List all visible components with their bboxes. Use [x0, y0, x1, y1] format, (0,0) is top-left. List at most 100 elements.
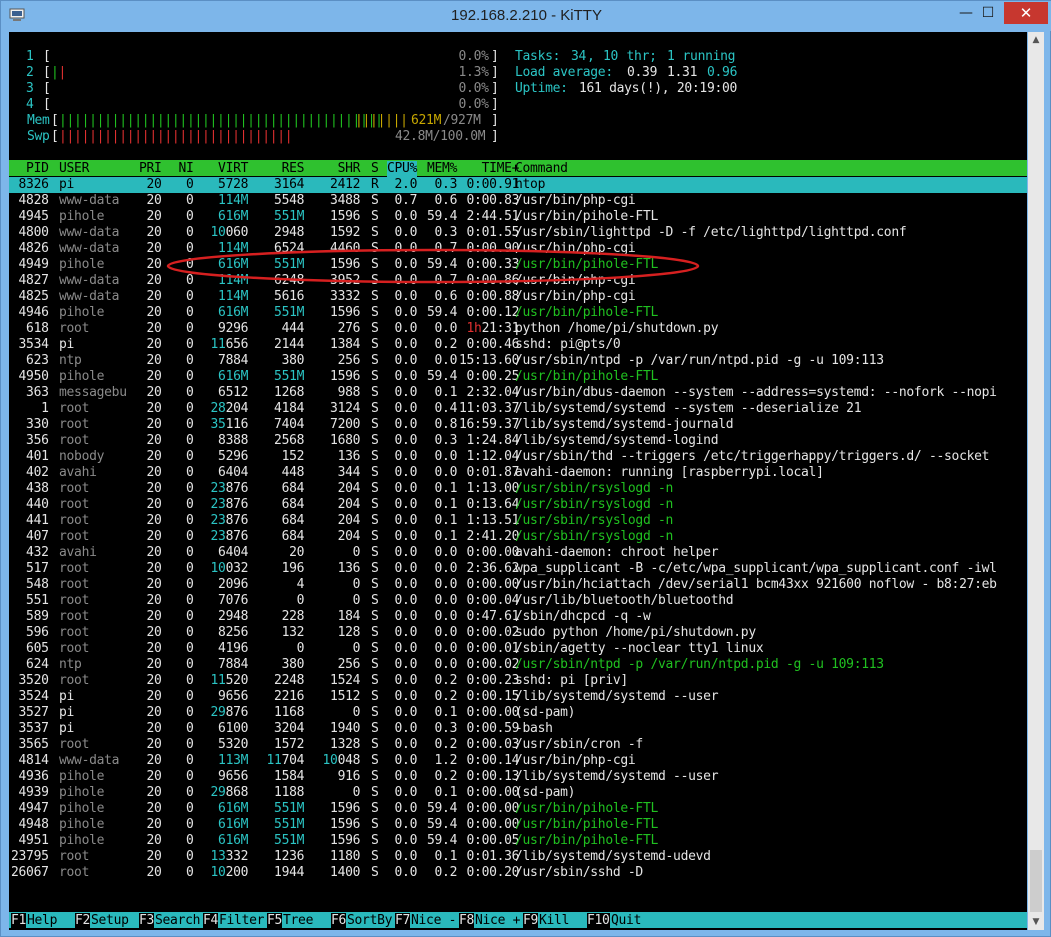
table-row[interactable]: 3565 root 20 0 5320 1572 1328 S 0.0 0.2 0:… [9, 737, 1027, 753]
terminal-area[interactable]: 1[ 0.0%] 2[|| 1.3%] 3[ 0.0%] 4[ 0.0%] Mem… [9, 32, 1027, 930]
cell-user: pihole [59, 369, 127, 384]
column-header-pri[interactable]: PRI [139, 161, 162, 177]
column-header-ni[interactable]: NI [171, 161, 194, 177]
fkey-f9[interactable]: F9 [523, 913, 538, 929]
cell-virt: 114M [203, 193, 249, 208]
scroll-up-arrow-icon[interactable]: ▲ [1028, 32, 1044, 48]
column-header-res[interactable]: RES [259, 161, 305, 177]
table-row[interactable]: 4946 pihole 20 0 616M 551M 1596 S 0.0 59.4 … [9, 305, 1027, 321]
cell-pid: 589 [11, 609, 49, 624]
fkey-f4[interactable]: F4 [203, 913, 218, 929]
table-row[interactable]: 363 messagebu 20 0 6512 1268 988 S 0.0 0.1… [9, 385, 1027, 401]
fkey-f7[interactable]: F7 [395, 913, 410, 929]
column-header-shr[interactable]: SHR [315, 161, 361, 177]
table-row[interactable]: 623 ntp 20 0 7884 380 256 S 0.0 0.0 15:13.6… [9, 353, 1027, 369]
fkey-f5[interactable]: F5 [267, 913, 282, 929]
cell-ni: 0 [171, 849, 194, 864]
table-row[interactable]: 3524 pi 20 0 9656 2216 1512 S 0.0 0.2 0:00… [9, 689, 1027, 705]
table-row[interactable]: 4800 www-data 20 0 10060 2948 1592 S 0.0 0… [9, 225, 1027, 241]
table-row[interactable]: 23795 root 20 0 13332 1236 1180 S 0.0 0.1 … [9, 849, 1027, 865]
maximize-button[interactable]: ☐ [975, 2, 1001, 24]
table-row[interactable]: 402 avahi 20 0 6404 448 344 S 0.0 0.0 0:01… [9, 465, 1027, 481]
table-row[interactable]: 26067 root 20 0 10200 1944 1400 S 0.0 0.2 … [9, 865, 1027, 881]
table-row[interactable]: 8326 pi 20 0 5728 3164 2412 R 2.0 0.3 0:00… [9, 177, 1027, 193]
table-row[interactable]: 551 root 20 0 7076 0 0S 0.0 0.0 0:00.04/u… [9, 593, 1027, 609]
table-row[interactable]: 3527 pi 20 0 29876 1168 0S 0.0 0.1 0:00.0… [9, 705, 1027, 721]
cell-pid: 624 [11, 657, 49, 672]
cell-res: 228 [259, 609, 305, 624]
table-row[interactable]: 596 root 20 0 8256 132 128 S 0.0 0.0 0:00.… [9, 625, 1027, 641]
title-bar[interactable]: 192.168.2.210 - KiTTY — ☐ ✕ [1, 1, 1051, 31]
cell-ni: 0 [171, 481, 194, 496]
fkey-label[interactable]: SortBy [347, 913, 392, 929]
cell-res: 2248 [259, 673, 305, 688]
table-row[interactable]: 356 root 20 0 8388 2568 1680 S 0.0 0.3 1:2… [9, 433, 1027, 449]
fkey-f1[interactable]: F1 [11, 913, 26, 929]
fkey-f10[interactable]: F10 [587, 913, 610, 929]
table-row[interactable]: 605 root 20 0 4196 0 0S 0.0 0.0 0:00.01/s… [9, 641, 1027, 657]
fkey-label[interactable]: Help [27, 913, 72, 929]
column-header-command[interactable]: Command [515, 161, 568, 177]
cell-ni: 0 [171, 865, 194, 880]
fkey-f3[interactable]: F3 [139, 913, 154, 929]
fkey-label[interactable]: Setup [91, 913, 136, 929]
table-row[interactable]: 4828 www-data 20 0 114M 5548 3488 S 0.7 0.… [9, 193, 1027, 209]
table-header-row[interactable]: PID USER PRI NI VIRT RES SHR S CPU% MEM% TIM… [9, 161, 1027, 177]
table-row[interactable]: 4939 pihole 20 0 29868 1188 0S 0.0 0.1 0:… [9, 785, 1027, 801]
fkey-label[interactable]: Tree [283, 913, 328, 929]
cell-cpu: 0.0 [387, 289, 418, 304]
table-row[interactable]: 624 ntp 20 0 7884 380 256 S 0.0 0.0 0:00.0… [9, 657, 1027, 673]
fkey-label[interactable]: Nice + [475, 913, 520, 929]
table-row[interactable]: 1 root 20 0 28204 4184 3124 S 0.0 0.4 11:03… [9, 401, 1027, 417]
table-row[interactable]: 618 root 20 0 9296 444 276 S 0.0 0.0 1h21:… [9, 321, 1027, 337]
scroll-down-arrow-icon[interactable]: ▼ [1028, 914, 1044, 930]
table-row[interactable]: 548 root 20 0 2096 4 0S 0.0 0.0 0:00.00/u… [9, 577, 1027, 593]
column-header-pid[interactable]: PID [11, 161, 49, 177]
table-row[interactable]: 3534 pi 20 0 11656 2144 1384 S 0.0 0.2 0:0… [9, 337, 1027, 353]
cell-virt: 6100 [203, 721, 249, 736]
table-row[interactable]: 3520 root 20 0 11520 2248 1524 S 0.0 0.2 0… [9, 673, 1027, 689]
fkey-f8[interactable]: F8 [459, 913, 474, 929]
fkey-label[interactable]: Filter [219, 913, 264, 929]
column-header-cpu[interactable]: CPU% [387, 161, 417, 177]
table-row[interactable]: 517 root 20 0 10032 196 136 S 0.0 0.0 2:36… [9, 561, 1027, 577]
column-header-virt[interactable]: VIRT [203, 161, 248, 177]
table-row[interactable]: 4948 pihole 20 0 616M 551M 1596 S 0.0 59.4 … [9, 817, 1027, 833]
table-row[interactable]: 441 root 20 0 23876 684 204 S 0.0 0.1 1:13… [9, 513, 1027, 529]
table-row[interactable]: 4936 pihole 20 0 9656 1584 916 S 0.0 0.2 0… [9, 769, 1027, 785]
cell-res: 5548 [259, 193, 305, 208]
table-row[interactable]: 4947 pihole 20 0 616M 551M 1596 S 0.0 59.4 … [9, 801, 1027, 817]
table-row[interactable]: 438 root 20 0 23876 684 204 S 0.0 0.1 1:13… [9, 481, 1027, 497]
table-row[interactable]: 330 root 20 0 35116 7404 7200 S 0.0 0.8 16:… [9, 417, 1027, 433]
fkey-label[interactable]: Nice - [411, 913, 456, 929]
column-header-time[interactable]: TIME+ [459, 161, 520, 177]
fkey-f2[interactable]: F2 [75, 913, 90, 929]
cell-command: /usr/bin/pihole-FTL [515, 209, 659, 224]
column-header-s[interactable]: S [371, 161, 379, 177]
table-row[interactable]: 407 root 20 0 23876 684 204 S 0.0 0.1 2:41… [9, 529, 1027, 545]
scrollbar-thumb[interactable] [1030, 850, 1042, 912]
cell-s: S [371, 753, 379, 768]
cell-s: S [371, 369, 379, 384]
cell-pid: 4936 [11, 769, 49, 784]
cell-res: 3204 [259, 721, 305, 736]
fkey-label[interactable]: Quit [611, 913, 641, 929]
vertical-scrollbar[interactable]: ▲ ▼ [1028, 32, 1044, 930]
column-header-user[interactable]: USER [59, 161, 127, 177]
table-row[interactable]: 4951 pihole 20 0 616M 551M 1596 S 0.0 59.4 … [9, 833, 1027, 849]
table-row[interactable]: 589 root 20 0 2948 228 184 S 0.0 0.0 0:47.… [9, 609, 1027, 625]
table-row[interactable]: 440 root 20 0 23876 684 204 S 0.0 0.1 0:13… [9, 497, 1027, 513]
table-row[interactable]: 3537 pi 20 0 6100 3204 1940 S 0.0 0.3 0:00… [9, 721, 1027, 737]
table-row[interactable]: 432 avahi 20 0 6404 20 0S 0.0 0.0 0:00.00… [9, 545, 1027, 561]
table-row[interactable]: 4950 pihole 20 0 616M 551M 1596 S 0.0 59.4 … [9, 369, 1027, 385]
column-header-mem[interactable]: MEM% [427, 161, 457, 177]
table-row[interactable]: 401 nobody 20 0 5296 152 136 S 0.0 0.0 1:1… [9, 449, 1027, 465]
fkey-label[interactable]: Kill [539, 913, 584, 929]
fkey-label[interactable]: Search [155, 913, 200, 929]
table-row[interactable]: 4814 www-data 20 0 113M 11704 10048 S 0.0 … [9, 753, 1027, 769]
table-row[interactable]: 4825 www-data 20 0 114M 5616 3332 S 0.0 0.… [9, 289, 1027, 305]
close-button[interactable]: ✕ [1004, 2, 1048, 24]
fkey-f6[interactable]: F6 [331, 913, 346, 929]
table-row[interactable]: 4945 pihole 20 0 616M 551M 1596 S 0.0 59.4 … [9, 209, 1027, 225]
cell-pid: 3527 [11, 705, 49, 720]
